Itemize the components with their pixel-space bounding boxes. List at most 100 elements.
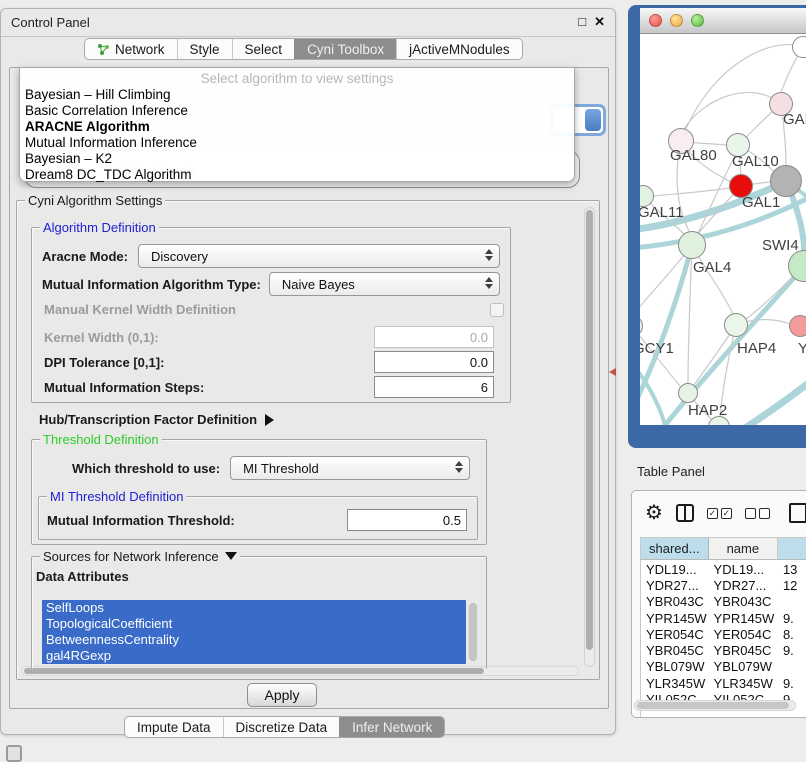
network-window-titlebar[interactable]: [640, 8, 806, 34]
column-header-partial[interactable]: [778, 538, 806, 559]
tab-impute-data[interactable]: Impute Data: [125, 717, 223, 737]
dropdown-item[interactable]: Basic Correlation Inference: [20, 103, 574, 119]
table-toolbar: ⚙ ✓✓: [632, 491, 806, 535]
network-node-label: GCY1: [640, 340, 674, 357]
close-traffic-light[interactable]: [649, 14, 662, 27]
mi-threshold-field[interactable]: 0.5: [347, 509, 467, 531]
hub-definition-label: Hub/Transcription Factor Definition: [39, 412, 257, 427]
control-panel-window: Control Panel □ ✕ Network Style Select C…: [0, 8, 616, 735]
scrollbar-thumb[interactable]: [637, 702, 789, 709]
network-node[interactable]: [770, 165, 802, 197]
table-row[interactable]: YLR345W YLR345W 9.: [641, 675, 806, 691]
select-all-columns-icon[interactable]: ✓✓: [707, 508, 732, 519]
tab-discretize-data[interactable]: Discretize Data: [223, 717, 340, 737]
tab-label: Discretize Data: [236, 720, 328, 735]
which-threshold-label: Which threshold to use:: [72, 461, 220, 476]
dropdown-item[interactable]: Mutual Information Inference: [20, 135, 574, 151]
table-row[interactable]: YER054C YER054C 8.: [641, 626, 806, 642]
table-header-row: shared... name: [641, 538, 806, 560]
apply-button[interactable]: Apply: [247, 683, 317, 707]
tab-jactivemnodules[interactable]: jActiveMNodules: [396, 39, 522, 59]
table-row[interactable]: YDR27... YDR27... 12: [641, 577, 806, 593]
table-row[interactable]: YDL19... YDL19... 13: [641, 561, 806, 577]
new-table-icon[interactable]: [789, 503, 806, 523]
scrollbar-thumb[interactable]: [586, 210, 593, 650]
dropdown-item[interactable]: Dream8 DC_TDC Algorithm: [20, 167, 574, 183]
mi-steps-field[interactable]: 6: [374, 376, 494, 398]
tab-network[interactable]: Network: [85, 39, 177, 59]
dpi-tolerance-field[interactable]: 0.0: [374, 351, 494, 373]
network-canvas[interactable]: GALGAL80GAL10GAL1GAL11GAL4SWI4GCY1HAP4YH…: [640, 34, 806, 425]
window-title: Control Panel: [11, 15, 90, 30]
dropdown-item[interactable]: Bayesian – Hill Climbing: [20, 87, 574, 103]
aracne-mode-label: Aracne Mode:: [42, 249, 128, 264]
network-node-y[interactable]: [789, 315, 806, 337]
mi-type-combobox[interactable]: Naive Bayes: [269, 272, 500, 296]
close-icon[interactable]: ✕: [594, 14, 605, 30]
network-tab-icon: [97, 43, 110, 56]
attribute-list-item[interactable]: TopologicalCoefficient: [42, 616, 466, 632]
manual-kernel-checkbox[interactable]: [490, 303, 504, 317]
zoom-traffic-light[interactable]: [691, 14, 704, 27]
float-window-icon[interactable]: □: [578, 14, 586, 30]
table-panel-title: Table Panel: [637, 464, 705, 479]
network-node-gal4[interactable]: [678, 231, 706, 259]
network-node-hap2[interactable]: [678, 383, 698, 403]
collapse-arrow-icon[interactable]: [225, 552, 237, 560]
column-header-name[interactable]: name: [709, 538, 778, 559]
network-node-label: SWI4: [762, 237, 799, 254]
resize-marker: [609, 368, 616, 376]
network-node-label: GAL11: [640, 204, 684, 221]
table-row[interactable]: YBR045C YBR045C 9.: [641, 642, 806, 658]
aracne-mode-value: Discovery: [151, 249, 208, 264]
attribute-list-item[interactable]: BetweennessCentrality: [42, 632, 466, 648]
dock-button[interactable]: [6, 745, 22, 762]
table-row[interactable]: YBR043C YBR043C: [641, 594, 806, 610]
algorithm-dropdown-popup: Select algorithm to view settings Bayesi…: [19, 67, 575, 182]
control-panel-titlebar: Control Panel □ ✕: [1, 9, 615, 37]
combo-stepper-button[interactable]: [585, 109, 601, 131]
gear-icon[interactable]: ⚙: [645, 503, 663, 523]
table-body: YDL19... YDL19... 13 YDR27... YDR27... 1…: [641, 561, 806, 717]
which-threshold-combobox[interactable]: MI Threshold: [230, 456, 470, 480]
tab-label: Select: [245, 42, 283, 57]
network-node-label: HAP4: [737, 340, 776, 357]
settings-vertical-scrollbar[interactable]: [584, 207, 595, 667]
network-node-label: GAL10: [732, 153, 779, 170]
minimize-traffic-light[interactable]: [670, 14, 683, 27]
tab-style[interactable]: Style: [177, 39, 232, 59]
settings-group-title: Cyni Algorithm Settings: [25, 193, 165, 208]
tab-infer-network[interactable]: Infer Network: [339, 717, 444, 737]
manual-kernel-label: Manual Kernel Width Definition: [44, 302, 236, 317]
dpi-tolerance-label: DPI Tolerance [0,1]:: [44, 355, 164, 370]
table-horizontal-scrollbar[interactable]: [634, 700, 796, 711]
scrollbar-thumb[interactable]: [469, 603, 477, 661]
dropdown-item[interactable]: Bayesian – K2: [20, 151, 574, 167]
table-row[interactable]: YBL079W YBL079W: [641, 659, 806, 675]
threshold-definition-title: Threshold Definition: [40, 432, 162, 447]
bottom-tab-strip: Impute Data Discretize Data Infer Networ…: [124, 716, 445, 738]
sources-group: Sources for Network Inference Data Attri…: [31, 556, 487, 669]
dropdown-item[interactable]: ARACNE Algorithm: [20, 119, 574, 135]
dropdown-item-list: Bayesian – Hill Climbing Basic Correlati…: [20, 87, 574, 183]
network-view-window: GALGAL80GAL10GAL1GAL11GAL4SWI4GCY1HAP4YH…: [628, 5, 806, 448]
mi-type-value: Naive Bayes: [282, 277, 355, 292]
network-node-hap4[interactable]: [724, 313, 748, 337]
expand-arrow-icon[interactable]: [265, 414, 274, 426]
attribute-list-item[interactable]: gal4RGexp: [42, 648, 466, 664]
combo-arrows-icon: [455, 461, 463, 473]
tab-select[interactable]: Select: [232, 39, 295, 59]
attribute-list-item[interactable]: SelfLoops: [42, 600, 466, 616]
split-columns-icon[interactable]: [676, 504, 694, 522]
aracne-mode-combobox[interactable]: Discovery: [138, 244, 500, 268]
table-row[interactable]: YPR145W YPR145W 9.: [641, 610, 806, 626]
table-panel: ⚙ ✓✓ shared... name YDL19... YDL19... 13…: [631, 490, 806, 718]
tab-label: Impute Data: [137, 720, 211, 735]
network-node-label: GAL1: [742, 194, 780, 211]
list-scrollbar[interactable]: [468, 602, 478, 662]
column-header-shared-name[interactable]: shared...: [641, 538, 709, 559]
tab-cyni-toolbox[interactable]: Cyni Toolbox: [294, 39, 396, 59]
kernel-width-field[interactable]: 0.0: [374, 326, 494, 348]
deselect-all-columns-icon[interactable]: [745, 508, 770, 519]
data-attributes-list: SelfLoops TopologicalCoefficient Between…: [42, 600, 466, 664]
